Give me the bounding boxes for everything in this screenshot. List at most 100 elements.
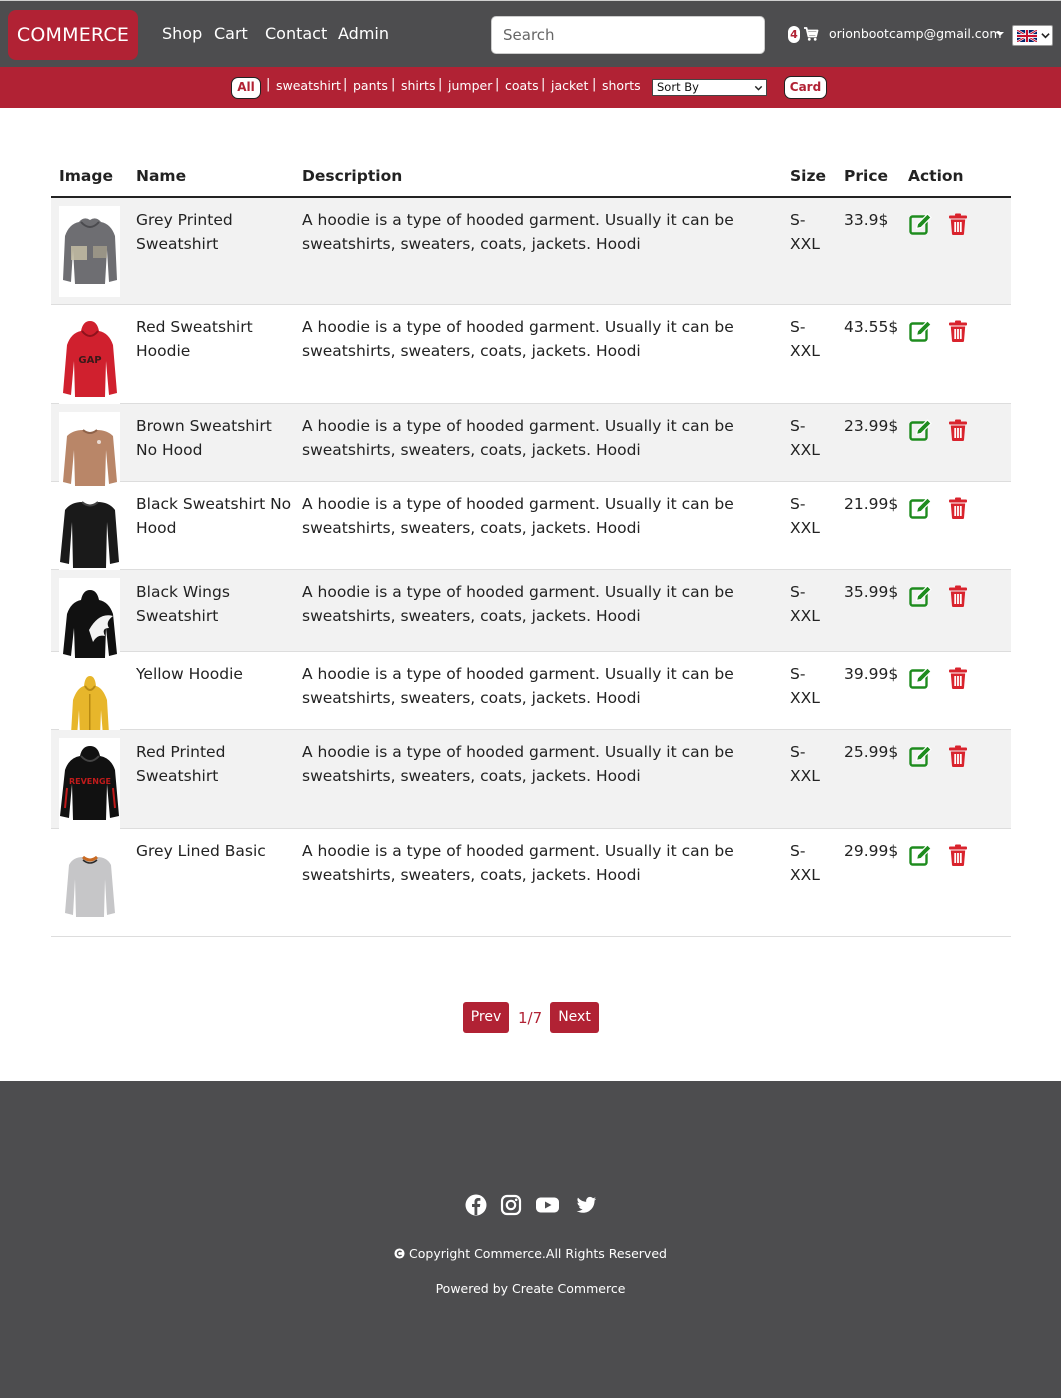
product-image: GAP xyxy=(59,313,120,404)
product-size: S-XXL xyxy=(790,743,820,785)
copyright-icon xyxy=(394,1248,405,1259)
cart-count-badge: 4 xyxy=(788,26,800,43)
nav-admin[interactable]: Admin xyxy=(338,23,389,45)
separator: | xyxy=(266,77,271,92)
table-row: Yellow Hoodie A hoodie is a type of hoode… xyxy=(51,652,1011,751)
trash-icon[interactable] xyxy=(946,212,970,236)
header-size: Size xyxy=(790,167,827,185)
svg-text:REVENGE: REVENGE xyxy=(69,777,111,786)
trash-icon[interactable] xyxy=(946,418,970,442)
filter-sweatshirt[interactable]: sweatshirt xyxy=(276,78,341,94)
header-description: Description xyxy=(302,167,403,185)
product-size: S-XXL xyxy=(790,318,820,360)
filter-jacket[interactable]: jacket xyxy=(551,78,588,94)
product-price: 39.99$ xyxy=(844,665,899,683)
header-name: Name xyxy=(136,167,187,185)
edit-icon[interactable] xyxy=(908,212,932,236)
product-size: S-XXL xyxy=(790,417,820,459)
footer: Copyright Commerce.All Rights Reserved P… xyxy=(0,1081,1061,1398)
table-row: Grey Printed Sweatshirt A hoodie is a typ… xyxy=(51,198,1011,305)
top-navbar: COMMERCE Shop Cart Contact Admin 4 orion… xyxy=(0,0,1061,67)
product-size: S-XXL xyxy=(790,583,820,625)
edit-icon[interactable] xyxy=(908,496,932,520)
sort-select-value: Sort By xyxy=(657,80,699,94)
trash-icon[interactable] xyxy=(946,744,970,768)
nav-cart[interactable]: Cart xyxy=(214,23,248,45)
product-price: 43.55$ xyxy=(844,318,899,336)
product-description: A hoodie is a type of hooded garment. Us… xyxy=(302,211,734,253)
filter-shirts[interactable]: shirts xyxy=(401,78,435,94)
nav-shop[interactable]: Shop xyxy=(162,23,202,45)
twitter-icon[interactable] xyxy=(574,1193,598,1217)
edit-icon[interactable] xyxy=(908,744,932,768)
separator: | xyxy=(438,77,443,92)
edit-icon[interactable] xyxy=(908,666,932,690)
edit-icon[interactable] xyxy=(908,418,932,442)
product-description: A hoodie is a type of hooded garment. Us… xyxy=(302,842,734,884)
separator: | xyxy=(592,77,597,92)
product-description: A hoodie is a type of hooded garment. Us… xyxy=(302,583,734,625)
header-action: Action xyxy=(908,167,964,185)
powered-by-link[interactable]: Create Commerce xyxy=(512,1281,625,1296)
edit-icon[interactable] xyxy=(908,843,932,867)
facebook-icon[interactable] xyxy=(464,1193,488,1217)
page-indicator: 1/7 xyxy=(518,1009,543,1027)
product-name: Black Sweatshirt No Hood xyxy=(136,495,292,537)
filter-coats[interactable]: coats xyxy=(505,78,539,94)
instagram-icon[interactable] xyxy=(499,1193,523,1217)
product-price: 29.99$ xyxy=(844,842,899,860)
language-select[interactable] xyxy=(1012,25,1053,46)
trash-icon[interactable] xyxy=(946,319,970,343)
search-input[interactable] xyxy=(491,16,765,54)
nav-contact[interactable]: Contact xyxy=(265,23,327,45)
copyright-label: Copyright Commerce.All Rights Reserved xyxy=(409,1246,667,1261)
filter-all-button[interactable]: All xyxy=(231,77,261,99)
prev-page-button[interactable]: Prev xyxy=(463,1002,509,1033)
chevron-down-icon xyxy=(996,32,1004,36)
product-price: 25.99$ xyxy=(844,743,899,761)
product-size: S-XXL xyxy=(790,665,820,707)
sort-select[interactable]: Sort By xyxy=(652,79,767,96)
filter-shorts[interactable]: shorts xyxy=(602,78,641,94)
card-view-button[interactable]: Card xyxy=(784,76,827,99)
trash-icon[interactable] xyxy=(946,584,970,608)
product-price: 21.99$ xyxy=(844,495,899,513)
table-header: Image Name Description Size Price Action xyxy=(51,160,1011,198)
table-row: Grey Lined Basic A hoodie is a type of ho… xyxy=(51,829,1011,937)
product-image xyxy=(59,206,120,297)
filter-jumper[interactable]: jumper xyxy=(448,78,492,94)
product-size: S-XXL xyxy=(790,495,820,537)
trash-icon[interactable] xyxy=(946,843,970,867)
separator: | xyxy=(391,77,396,92)
product-name: Grey Printed Sweatshirt xyxy=(136,211,233,253)
trash-icon[interactable] xyxy=(946,666,970,690)
product-name: Black Wings Sweatshirt xyxy=(136,583,230,625)
product-description: A hoodie is a type of hooded garment. Us… xyxy=(302,743,734,785)
cart-icon[interactable] xyxy=(803,26,819,42)
header-image: Image xyxy=(59,167,113,185)
youtube-icon[interactable] xyxy=(535,1193,560,1217)
table-row: GAP Red Sweatshirt Hoodie A hoodie is a ty… xyxy=(51,305,1011,404)
filter-pants[interactable]: pants xyxy=(353,78,388,94)
table-row: Brown Sweatshirt No Hood A hoodie is a ty… xyxy=(51,404,1011,503)
separator: | xyxy=(495,77,500,92)
trash-icon[interactable] xyxy=(946,496,970,520)
product-image xyxy=(59,490,120,581)
uk-flag-icon xyxy=(1017,30,1037,42)
copyright-text: Copyright Commerce.All Rights Reserved xyxy=(0,1246,1061,1262)
edit-icon[interactable] xyxy=(908,584,932,608)
powered-by: Powered by Create Commerce xyxy=(0,1281,1061,1297)
product-name: Brown Sweatshirt No Hood xyxy=(136,417,272,459)
powered-by-prefix: Powered by xyxy=(435,1281,509,1296)
category-filter-bar: All | sweatshirt | pants | shirts | jump… xyxy=(0,67,1061,108)
product-description: A hoodie is a type of hooded garment. Us… xyxy=(302,318,734,360)
edit-icon[interactable] xyxy=(908,319,932,343)
product-price: 23.99$ xyxy=(844,417,899,435)
product-name: Red Printed Sweatshirt xyxy=(136,743,226,785)
products-table: Image Name Description Size Price Action… xyxy=(51,160,1011,937)
separator: | xyxy=(541,77,546,92)
user-menu-toggle[interactable]: orionbootcamp@gmail.com xyxy=(829,26,1002,42)
table-row: Black Sweatshirt No Hood A hoodie is a ty… xyxy=(51,482,1011,581)
brand-logo[interactable]: COMMERCE xyxy=(8,10,138,60)
next-page-button[interactable]: Next xyxy=(550,1002,599,1033)
